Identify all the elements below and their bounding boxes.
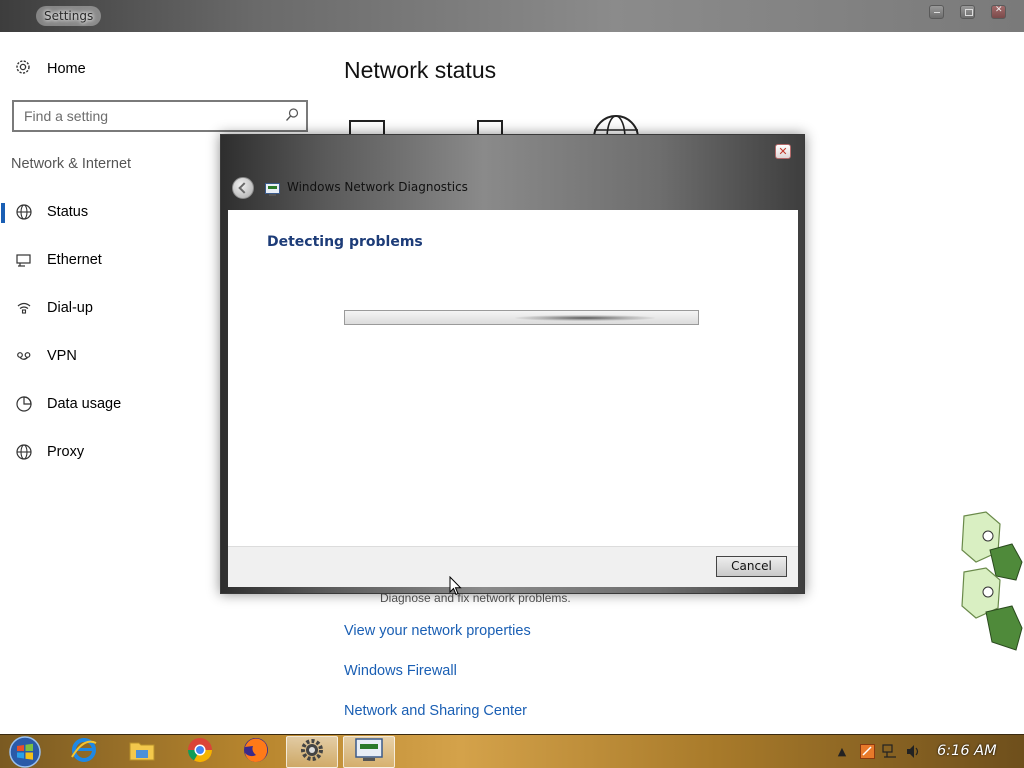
selection-indicator: [1, 203, 5, 223]
globe-icon: [15, 203, 33, 221]
taskbar: ▲ 6:16 AM: [0, 734, 1024, 768]
close-window-button[interactable]: [991, 5, 1006, 19]
dialog-footer: Cancel: [228, 546, 798, 587]
taskbar-network-diagnostics[interactable]: [343, 736, 395, 768]
desktop-character-image: [956, 510, 1024, 660]
progress-marquee: [515, 315, 655, 321]
taskbar-internet-explorer[interactable]: [58, 736, 110, 768]
sidebar-item-vpn[interactable]: VPN: [0, 344, 220, 370]
search-input[interactable]: Find a setting: [12, 100, 308, 132]
nav-home-label: Home: [47, 61, 86, 77]
sidebar-item-label: Ethernet: [47, 252, 102, 268]
show-hidden-icons-chevron[interactable]: ▲: [834, 743, 850, 759]
network-diagnostics-dialog: ✕ Windows Network Diagnostics Detecting …: [220, 134, 805, 594]
data-usage-icon: [15, 395, 33, 413]
sidebar-item-dial-up[interactable]: Dial-up: [0, 296, 220, 322]
sidebar-item-status[interactable]: Status: [0, 200, 220, 226]
sidebar-item-proxy[interactable]: Proxy: [0, 440, 220, 466]
title-bar: Settings: [0, 0, 1024, 32]
nav-home[interactable]: Home: [14, 58, 86, 80]
progress-bar: [344, 310, 699, 325]
selection-indicator: [1, 251, 5, 271]
dialog-title: Windows Network Diagnostics: [287, 180, 468, 194]
taskbar-file-explorer[interactable]: [116, 736, 168, 768]
search-placeholder: Find a setting: [24, 108, 109, 124]
sidebar-item-ethernet[interactable]: Ethernet: [0, 248, 220, 274]
network-diagnostics-icon: [354, 736, 384, 768]
sidebar-item-label: Status: [47, 204, 89, 220]
start-button[interactable]: [6, 735, 44, 768]
selection-indicator: [1, 395, 5, 415]
link-network-sharing-center[interactable]: Network and Sharing Center: [344, 703, 527, 719]
link-windows-firewall[interactable]: Windows Firewall: [344, 663, 457, 679]
cancel-button[interactable]: Cancel: [716, 556, 787, 577]
taskbar-settings[interactable]: [286, 736, 338, 768]
network-icon[interactable]: [882, 743, 898, 759]
dialog-body: Detecting problems: [228, 210, 798, 546]
link-network-properties[interactable]: View your network properties: [344, 623, 531, 639]
settings-gear-icon: [298, 736, 326, 768]
sidebar-item-label: Dial-up: [47, 300, 93, 316]
selection-indicator: [1, 443, 5, 463]
internet-explorer-icon: [69, 735, 99, 768]
search-icon[interactable]: [284, 107, 300, 123]
app-tray-icon[interactable]: [859, 743, 875, 759]
taskbar-chrome[interactable]: [174, 736, 226, 768]
volume-icon[interactable]: [906, 743, 922, 759]
sidebar-item-label: Proxy: [47, 444, 85, 460]
file-explorer-icon: [127, 735, 157, 768]
ethernet-icon: [15, 251, 33, 269]
taskbar-firefox[interactable]: [230, 736, 282, 768]
section-title: Network & Internet: [11, 156, 132, 172]
dialog-close-button[interactable]: ✕: [775, 144, 791, 159]
minimize-button[interactable]: [929, 5, 944, 19]
sidebar-item-label: VPN: [47, 348, 77, 364]
taskbar-clock[interactable]: 6:16 AM: [937, 743, 997, 759]
selection-indicator: [1, 347, 5, 367]
selection-indicator: [1, 299, 5, 319]
back-arrow-icon[interactable]: [232, 177, 254, 199]
dialup-icon: [15, 299, 33, 317]
window-title: Settings: [36, 6, 102, 26]
sidebar-item-data-usage[interactable]: Data usage: [0, 392, 220, 418]
gear-icon: [14, 58, 34, 81]
maximize-button[interactable]: [960, 5, 975, 19]
network-diagnostics-icon: [265, 181, 280, 196]
page-title: Network status: [344, 57, 497, 83]
proxy-globe-icon: [15, 443, 33, 461]
dialog-heading: Detecting problems: [267, 234, 423, 250]
chrome-icon: [185, 735, 215, 768]
sidebar-item-label: Data usage: [47, 396, 122, 412]
vpn-icon: [15, 347, 33, 365]
firefox-icon: [241, 735, 271, 768]
mouse-cursor-icon: [449, 575, 463, 596]
